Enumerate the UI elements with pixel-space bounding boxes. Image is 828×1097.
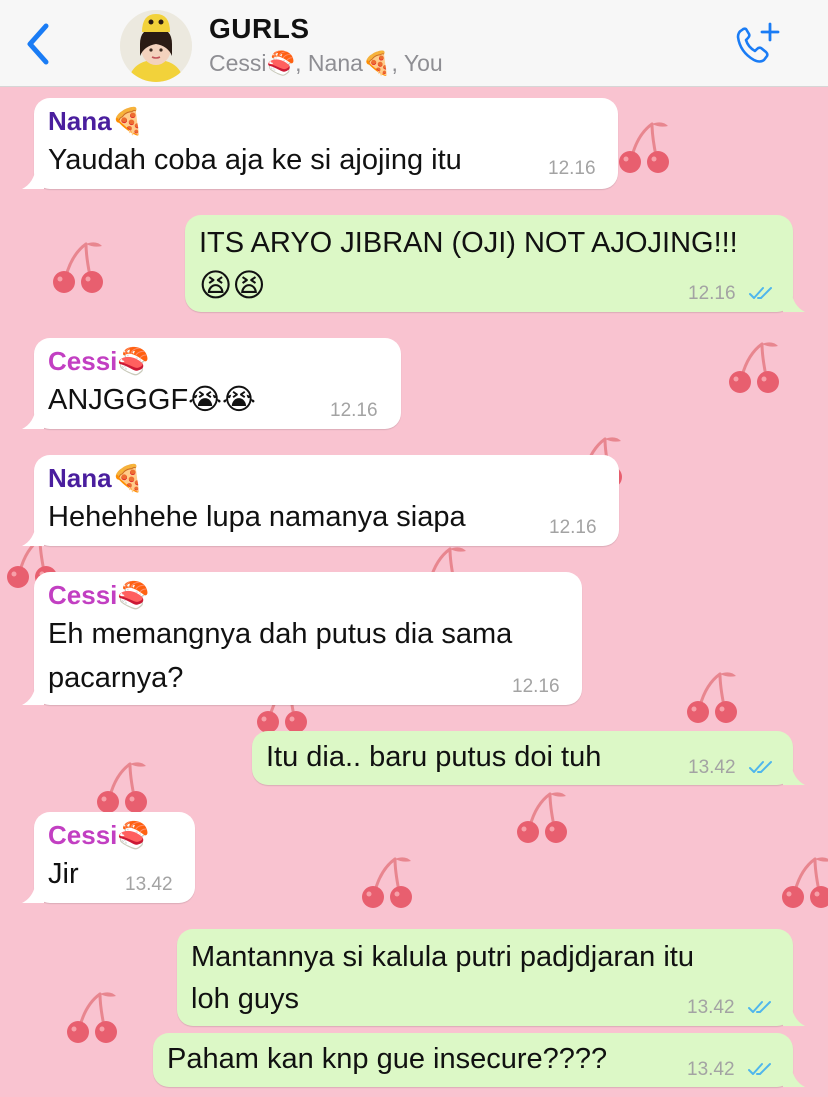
message-text: Mantannya si kalula putri padjdjaran itu xyxy=(191,941,694,973)
read-receipt-icon xyxy=(749,287,772,299)
message-text: Paham kan knp gue insecure???? xyxy=(167,1043,608,1075)
sender-name[interactable]: Nana🍕 xyxy=(48,463,144,494)
message-bubble-outgoing[interactable]: Itu dia.. baru putus doi tuh 13.42 xyxy=(252,731,805,785)
message-timestamp: 12.16 xyxy=(330,400,378,421)
message-text: Hehehhehe lupa namanya siapa xyxy=(48,501,466,533)
read-receipt-icon xyxy=(748,1063,771,1075)
message-timestamp: 13.42 xyxy=(687,997,735,1018)
cherry-icon xyxy=(687,672,737,723)
message-bubble-incoming[interactable]: Cessi🍣 ANJGGGF😭😭 12.16 xyxy=(22,338,401,429)
message-text: loh guys xyxy=(191,983,300,1015)
message-bubble-outgoing[interactable]: ITS ARYO JIBRAN (OJI) NOT AJOJING!!! 😫😫 … xyxy=(185,215,805,312)
cherry-icon xyxy=(53,242,103,293)
message-text: Itu dia.. baru putus doi tuh xyxy=(266,741,602,773)
message-bubble-incoming[interactable]: Cessi🍣 Jir 13.42 xyxy=(22,812,195,903)
message-text: ANJGGGF😭😭 xyxy=(48,384,256,416)
cherry-icon xyxy=(67,992,117,1043)
message-timestamp: 13.42 xyxy=(688,757,736,778)
group-members[interactable]: Cessi🍣, Nana🍕, You xyxy=(209,50,443,77)
message-text: pacarnya? xyxy=(48,662,184,694)
message-bubble-incoming[interactable]: Nana🍕 Yaudah coba aja ke si ajojing itu … xyxy=(22,98,618,189)
cherry-icon xyxy=(517,792,567,843)
message-text: Yaudah coba aja ke si ajojing itu xyxy=(48,144,462,176)
message-timestamp: 12.16 xyxy=(512,676,560,697)
sender-name[interactable]: Nana🍕 xyxy=(48,106,144,137)
sender-name[interactable]: Cessi🍣 xyxy=(48,580,150,611)
message-bubble-outgoing[interactable]: Mantannya si kalula putri padjdjaran itu… xyxy=(177,929,805,1026)
message-text: ITS ARYO JIBRAN (OJI) NOT AJOJING!!! xyxy=(199,227,738,259)
chat-header: GURLS Cessi🍣, Nana🍕, You xyxy=(0,0,828,87)
group-title[interactable]: GURLS xyxy=(209,13,310,45)
message-bubble-outgoing[interactable]: Paham kan knp gue insecure???? 13.42 xyxy=(153,1033,805,1087)
cherry-icon xyxy=(619,122,669,173)
message-bubble-incoming[interactable]: Nana🍕 Hehehhehe lupa namanya siapa 12.16 xyxy=(22,455,619,546)
cherry-icon xyxy=(362,857,412,908)
message-timestamp: 12.16 xyxy=(549,517,597,538)
message-timestamp: 13.42 xyxy=(687,1059,735,1080)
sender-name[interactable]: Cessi🍣 xyxy=(48,346,150,377)
chevron-left-icon[interactable] xyxy=(22,22,56,66)
read-receipt-icon xyxy=(748,1001,771,1013)
cherry-icon xyxy=(782,857,828,908)
message-timestamp: 12.16 xyxy=(688,283,736,304)
message-text: Jir xyxy=(48,858,79,890)
message-text: Eh memangnya dah putus dia sama xyxy=(48,618,513,650)
message-emoji: 😫😫 xyxy=(199,266,266,304)
sender-name[interactable]: Cessi🍣 xyxy=(48,820,150,851)
group-avatar[interactable] xyxy=(120,10,192,82)
message-timestamp: 12.16 xyxy=(548,158,596,179)
read-receipt-icon xyxy=(749,761,772,773)
cherry-icon xyxy=(729,342,779,393)
message-timestamp: 13.42 xyxy=(125,874,173,895)
message-bubble-incoming[interactable]: Cessi🍣 Eh memangnya dah putus dia sama p… xyxy=(22,572,582,705)
add-call-icon[interactable] xyxy=(732,22,782,68)
cherry-icon xyxy=(97,762,147,813)
